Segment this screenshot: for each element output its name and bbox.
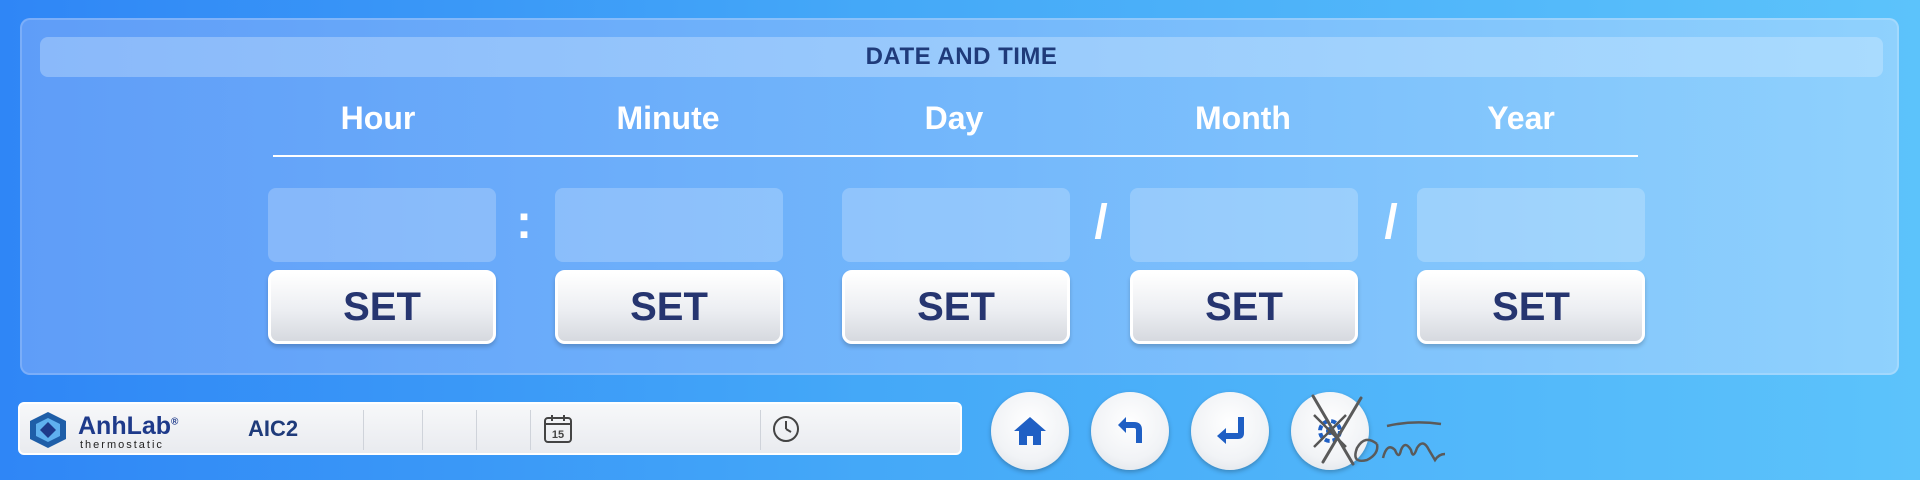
clock-icon bbox=[773, 416, 799, 442]
time-separator: : bbox=[516, 196, 532, 249]
status-divider bbox=[476, 410, 477, 450]
panel-title: DATE AND TIME bbox=[865, 43, 1058, 70]
header-divider bbox=[273, 155, 1638, 157]
anhlab-logo: AnhLab® thermostatic bbox=[26, 410, 196, 451]
status-divider bbox=[422, 410, 423, 450]
day-input[interactable] bbox=[842, 188, 1070, 262]
minute-input[interactable] bbox=[555, 188, 783, 262]
date-separator-1: / bbox=[1094, 196, 1108, 249]
status-bar: AnhLab® thermostatic AIC2 15 bbox=[18, 402, 962, 455]
year-input[interactable] bbox=[1417, 188, 1645, 262]
hour-label: Hour bbox=[340, 100, 416, 136]
back-button[interactable] bbox=[1091, 392, 1169, 470]
hour-input[interactable] bbox=[268, 188, 496, 262]
set-day-button[interactable]: SET bbox=[842, 270, 1070, 344]
back-icon bbox=[1118, 417, 1142, 443]
home-icon bbox=[1014, 417, 1046, 445]
handwritten-signature bbox=[1311, 394, 1446, 466]
status-divider bbox=[760, 410, 761, 450]
brand-name: AnhLab® bbox=[78, 412, 179, 440]
status-divider bbox=[530, 410, 531, 450]
day-label: Day bbox=[924, 100, 984, 136]
device-name: AIC2 bbox=[248, 416, 299, 441]
brand-subtitle: thermostatic bbox=[80, 439, 164, 451]
enter-icon bbox=[1217, 417, 1244, 444]
hexagon-logo-icon bbox=[30, 412, 66, 448]
panel-title-bar: DATE AND TIME bbox=[40, 37, 1883, 77]
calendar-icon: 15 bbox=[544, 415, 572, 443]
month-input[interactable] bbox=[1130, 188, 1358, 262]
set-hour-button[interactable]: SET bbox=[268, 270, 496, 344]
set-minute-button[interactable]: SET bbox=[555, 270, 783, 344]
set-month-button[interactable]: SET bbox=[1130, 270, 1358, 344]
set-year-button[interactable]: SET bbox=[1417, 270, 1645, 344]
month-label: Month bbox=[1195, 100, 1291, 136]
date-separator-2: / bbox=[1384, 196, 1398, 249]
year-label: Year bbox=[1487, 100, 1555, 136]
minute-label: Minute bbox=[616, 100, 720, 136]
enter-button[interactable] bbox=[1191, 392, 1269, 470]
calendar-day-text: 15 bbox=[552, 429, 564, 441]
home-button[interactable] bbox=[991, 392, 1069, 470]
status-divider bbox=[363, 410, 364, 450]
